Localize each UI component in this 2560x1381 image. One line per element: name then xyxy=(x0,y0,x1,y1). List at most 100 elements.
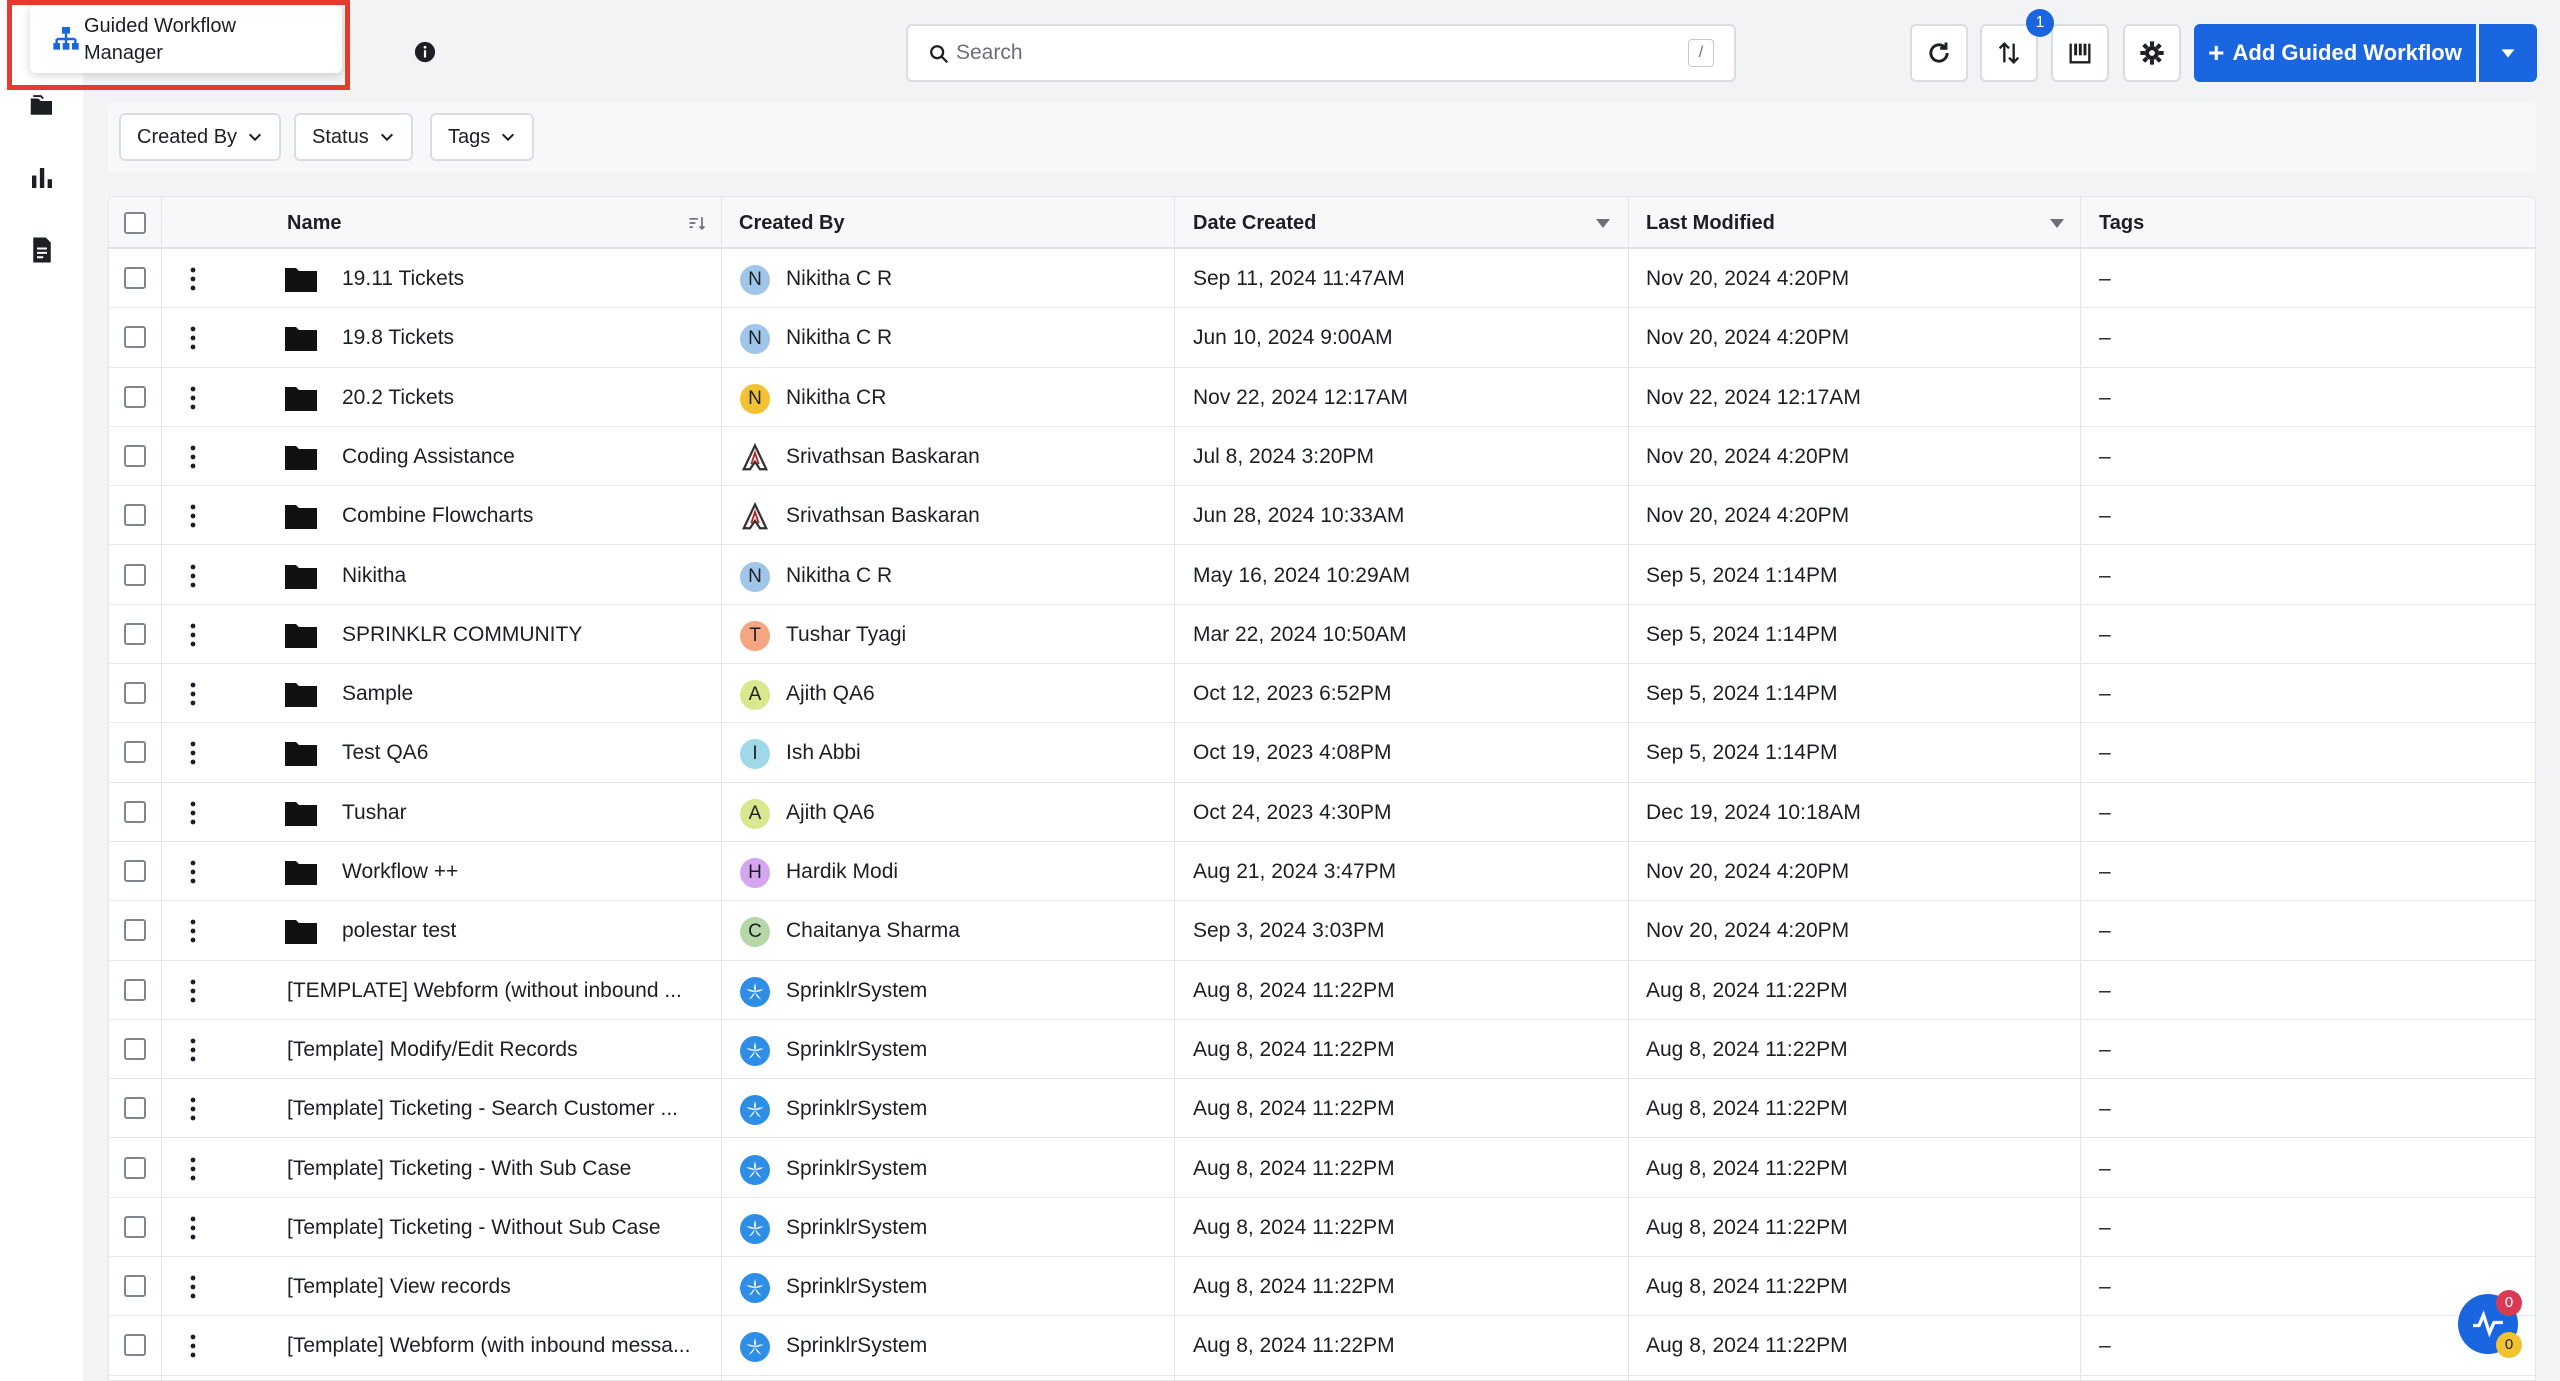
row-name[interactable]: 19.8 Tickets xyxy=(342,308,454,367)
row-name[interactable]: Coding Assistance xyxy=(342,427,515,486)
search-input[interactable] xyxy=(956,26,1656,80)
row-name[interactable]: 19.11 Tickets xyxy=(342,249,464,308)
table-row[interactable]: 20.2 Tickets N Nikitha CR Nov 22, 2024 12:1… xyxy=(109,368,2535,427)
document-nav-icon[interactable] xyxy=(22,230,62,270)
row-checkbox[interactable] xyxy=(124,978,146,1001)
table-row[interactable]: Workflow ++ H Hardik Modi Aug 21, 2024 3:47… xyxy=(109,842,2535,902)
more-options-icon[interactable] xyxy=(188,1215,198,1241)
row-name[interactable]: [Template] View records xyxy=(287,1257,511,1316)
table-row[interactable]: Sample A Ajith QA6 Oct 12, 2023 6:52PM Sep 5… xyxy=(109,664,2535,724)
analytics-nav-icon[interactable] xyxy=(22,158,62,198)
add-guided-workflow-button[interactable]: + Add Guided Workflow xyxy=(2194,24,2476,82)
more-options-icon[interactable] xyxy=(188,444,198,470)
more-options-icon[interactable] xyxy=(188,563,198,589)
table-row[interactable]: [TEMPLATE] Webform (without inbound ... S… xyxy=(109,961,2535,1020)
more-options-icon[interactable] xyxy=(188,503,198,529)
row-checkbox[interactable] xyxy=(124,1215,146,1238)
column-header-date-created[interactable]: Date Created xyxy=(1193,197,1316,249)
row-name[interactable]: Tushar xyxy=(342,783,407,842)
row-name[interactable]: Test QA6 xyxy=(342,723,428,782)
column-header-name[interactable]: Name xyxy=(287,197,341,249)
table-row[interactable]: Nikitha N Nikitha C R May 16, 2024 10:29AM S… xyxy=(109,546,2535,605)
more-options-icon[interactable] xyxy=(188,266,198,292)
column-header-tags[interactable]: Tags xyxy=(2099,197,2144,249)
table-row[interactable]: Combine Flowcharts Srivathsan Baskaran Jun… xyxy=(109,486,2535,546)
column-header-last-modified[interactable]: Last Modified xyxy=(1646,197,1775,249)
row-checkbox[interactable] xyxy=(124,860,146,882)
row-name[interactable]: [TEMPLATE] Webform (without inbound ... xyxy=(287,961,682,1020)
table-row[interactable]: [Template] Ticketing - Search Customer .… xyxy=(109,1079,2535,1139)
row-checkbox[interactable] xyxy=(124,563,146,586)
row-checkbox[interactable] xyxy=(124,1097,146,1120)
last-modified-sort-icon[interactable] xyxy=(2050,219,2064,228)
filter-status[interactable]: Status xyxy=(294,113,413,161)
settings-button[interactable] xyxy=(2123,24,2181,82)
more-options-icon[interactable] xyxy=(188,978,198,1004)
table-row[interactable]: 19.11 Tickets N Nikitha C R Sep 11, 2024 11… xyxy=(109,249,2535,309)
date-created-sort-icon[interactable] xyxy=(1596,219,1610,228)
row-name[interactable]: 20.2 Tickets xyxy=(342,368,454,427)
table-row[interactable]: polestar test C Chaitanya Sharma Sep 3, 202… xyxy=(109,901,2535,961)
row-checkbox[interactable] xyxy=(124,741,146,764)
row-checkbox[interactable] xyxy=(124,682,146,705)
row-checkbox[interactable] xyxy=(124,1037,146,1060)
row-checkbox[interactable] xyxy=(124,919,146,942)
sort-icon[interactable] xyxy=(687,213,707,233)
row-name[interactable]: [Template] Modify/Edit Records xyxy=(287,1020,578,1079)
table-row[interactable]: SPRINKLR COMMUNITY T Tushar Tyagi Mar 22, 2… xyxy=(109,605,2535,665)
filter-created-by[interactable]: Created By xyxy=(119,113,282,161)
add-options-dropdown[interactable] xyxy=(2479,24,2537,82)
more-options-icon[interactable] xyxy=(188,1156,198,1182)
refresh-button[interactable] xyxy=(1910,24,1968,82)
row-name[interactable]: Combine Flowcharts xyxy=(342,486,533,545)
more-options-icon[interactable] xyxy=(188,1096,198,1122)
more-options-icon[interactable] xyxy=(188,385,198,411)
row-name[interactable]: SPRINKLR COMMUNITY xyxy=(342,605,582,664)
row-checkbox[interactable] xyxy=(124,504,146,527)
row-checkbox[interactable] xyxy=(124,385,146,408)
more-options-icon[interactable] xyxy=(188,1274,198,1300)
more-options-icon[interactable] xyxy=(188,918,198,944)
table-row[interactable]: Coding Assistance Srivathsan Baskaran Jul … xyxy=(109,427,2535,487)
more-options-icon[interactable] xyxy=(188,859,198,885)
table-row[interactable]: [Template] Modify/Edit Records SprinklrSy… xyxy=(109,1020,2535,1080)
filter-tags[interactable]: Tags xyxy=(430,113,535,161)
row-checkbox[interactable] xyxy=(124,1334,146,1357)
row-name[interactable]: [Template] Ticketing - Search Customer .… xyxy=(287,1079,678,1138)
row-checkbox[interactable] xyxy=(124,622,146,645)
folder-nav-icon[interactable] xyxy=(22,86,62,126)
search-box[interactable]: / xyxy=(906,24,1736,82)
table-row[interactable]: [Template] Ticketing - With Sub Case Spri… xyxy=(109,1139,2535,1198)
more-options-icon[interactable] xyxy=(188,740,198,766)
more-options-icon[interactable] xyxy=(188,325,198,351)
table-row[interactable]: Tushar A Ajith QA6 Oct 24, 2023 4:30PM Dec 1… xyxy=(109,783,2535,842)
more-options-icon[interactable] xyxy=(188,1333,198,1359)
table-row[interactable]: 19.8 Tickets N Nikitha C R Jun 10, 2024 9:0… xyxy=(109,308,2535,368)
row-checkbox[interactable] xyxy=(124,444,146,467)
row-name[interactable]: Sample xyxy=(342,664,413,723)
row-checkbox[interactable] xyxy=(124,1275,146,1298)
table-row[interactable]: Test QA6 I Ish Abbi Oct 19, 2023 4:08PM Sep … xyxy=(109,723,2535,783)
row-name[interactable]: [Template] Ticketing - With Sub Case xyxy=(287,1139,631,1198)
info-icon[interactable] xyxy=(414,41,436,63)
row-name[interactable]: Workflow ++ xyxy=(342,842,458,901)
more-options-icon[interactable] xyxy=(188,1037,198,1063)
row-checkbox[interactable] xyxy=(124,800,146,823)
row-checkbox[interactable] xyxy=(124,326,146,349)
column-header-created-by[interactable]: Created By xyxy=(739,197,845,249)
more-options-icon[interactable] xyxy=(188,681,198,707)
more-options-icon[interactable] xyxy=(188,622,198,648)
column-settings-button[interactable] xyxy=(2051,24,2109,82)
row-name[interactable]: Nikitha xyxy=(342,546,406,605)
table-row[interactable]: [Template] Ticketing - Without Sub Case S… xyxy=(109,1198,2535,1258)
row-checkbox[interactable] xyxy=(124,1156,146,1179)
row-checkbox[interactable] xyxy=(124,267,146,289)
more-options-icon[interactable] xyxy=(188,800,198,826)
table-row[interactable]: [Template] View records SprinklrSystem Aug… xyxy=(109,1257,2535,1317)
select-all-checkbox[interactable] xyxy=(124,212,146,234)
row-name[interactable]: [Template] Webform (with inbound messa..… xyxy=(287,1316,690,1375)
row-name[interactable]: polestar test xyxy=(342,901,456,960)
row-date-created: Oct 24, 2023 4:30PM xyxy=(1193,800,1392,824)
table-row[interactable]: [Template] Webform (with inbound messa..… xyxy=(109,1316,2535,1376)
row-name[interactable]: [Template] Ticketing - Without Sub Case xyxy=(287,1198,661,1257)
